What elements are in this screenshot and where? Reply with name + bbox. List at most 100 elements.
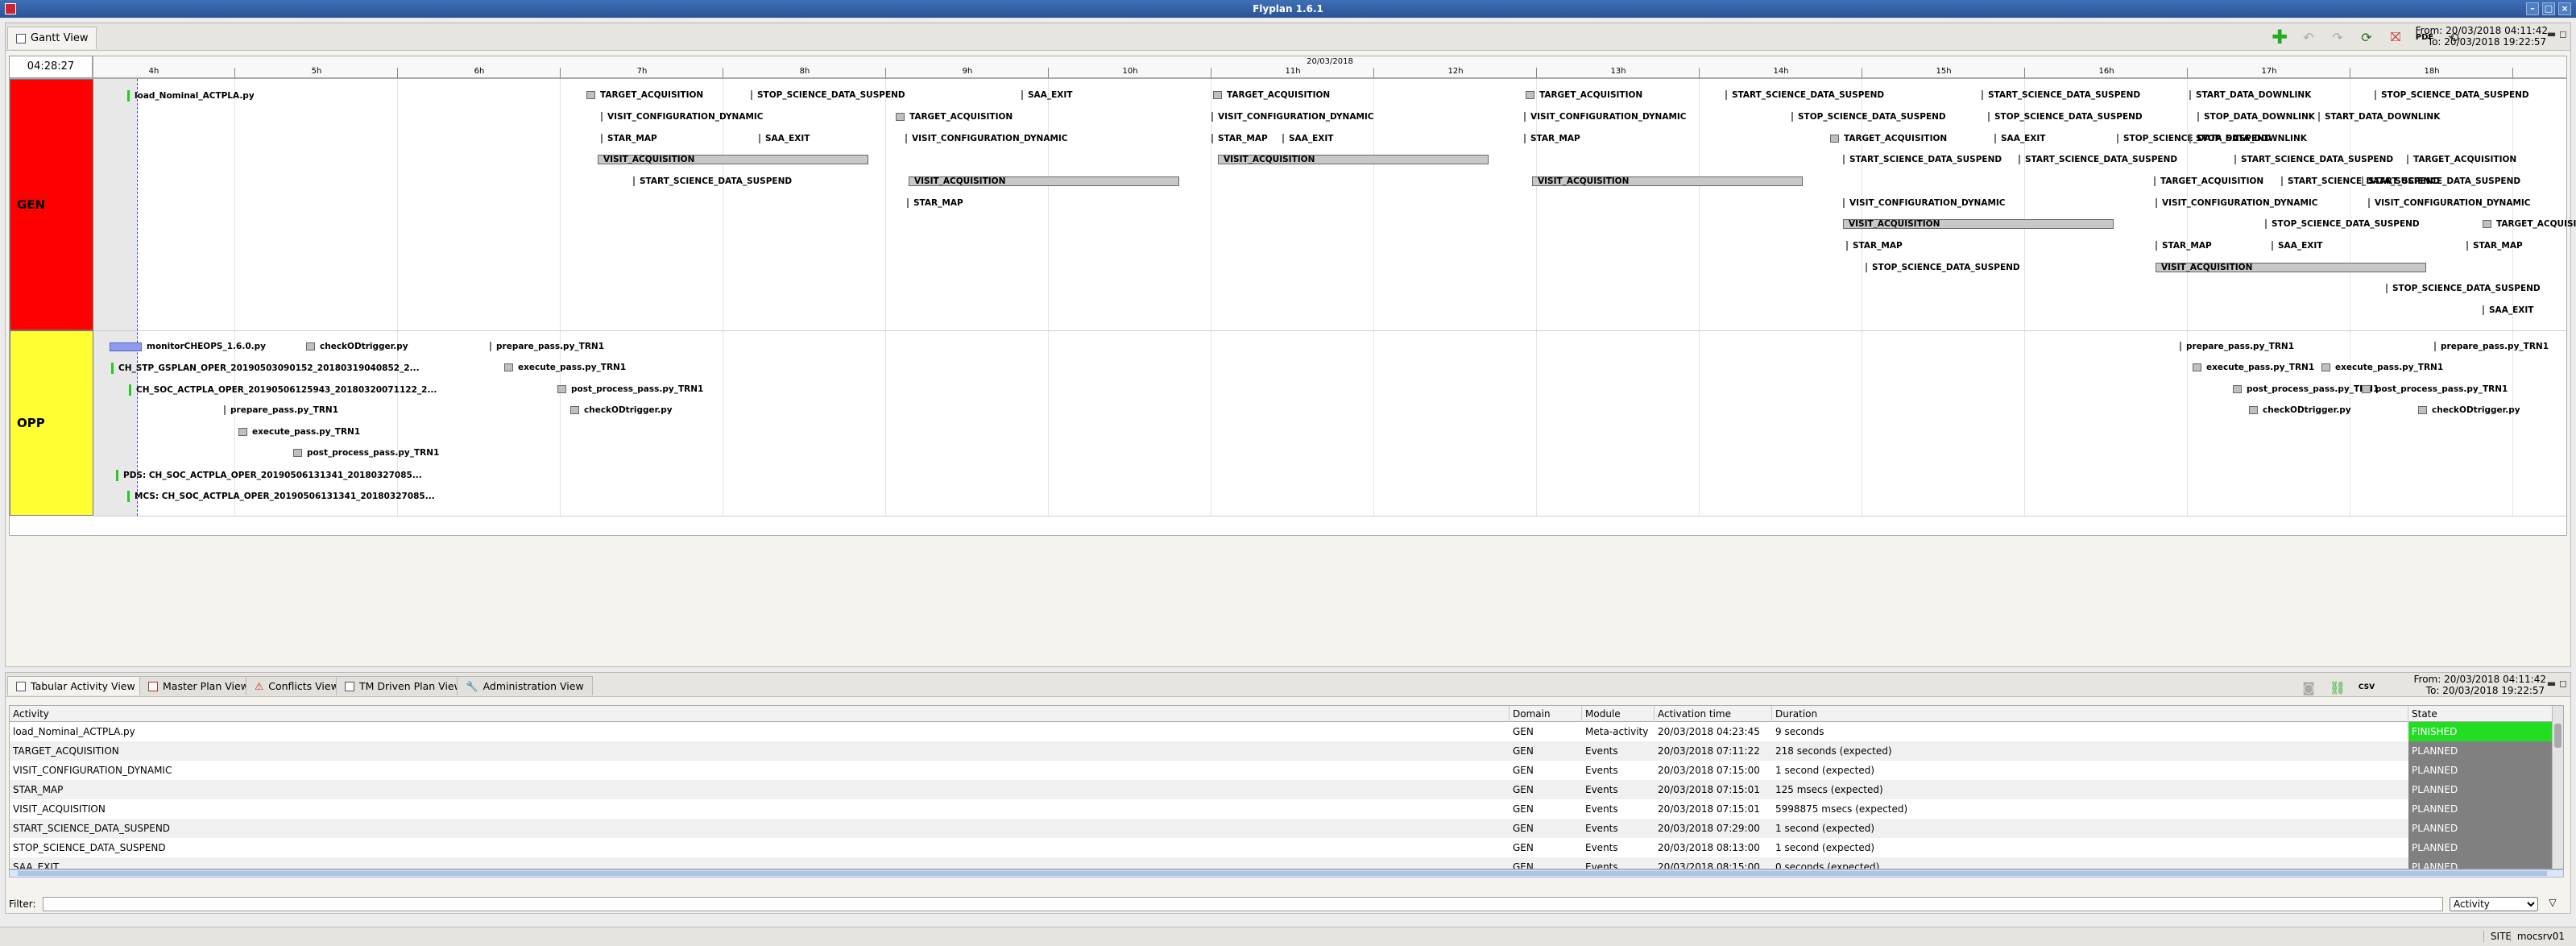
table-row[interactable]: SAA_EXIT GEN Events 20/03/2018 08:15:00 0 se…: [10, 857, 2553, 869]
column-header-module[interactable]: Module: [1582, 706, 1655, 722]
activity-bar[interactable]: VISIT_ACQUISITION: [2156, 263, 2426, 272]
panel-window-buttons[interactable]: ▬ ◻: [2547, 678, 2567, 689]
maximize-button[interactable]: □: [2542, 2, 2555, 15]
activity-item[interactable]: VISIT_CONFIGURATION_DYNAMIC: [905, 134, 1068, 143]
tab-administration-view[interactable]: 🔧 Administration View: [457, 676, 593, 695]
activity-item[interactable]: TARGET_ACQUISITION: [2407, 155, 2516, 164]
activity-item[interactable]: STAR_MAP: [2156, 241, 2212, 251]
activity-item[interactable]: post_process_pass.py_TRN1: [2362, 384, 2508, 394]
activity-item[interactable]: MCS: CH_SOC_ACTPLA_OPER_20190506131341_2…: [127, 491, 435, 502]
activity-item[interactable]: post_process_pass.py_TRN1: [293, 448, 439, 458]
table-row[interactable]: VISIT_ACQUISITION GEN Events 20/03/2018 07:…: [10, 799, 2553, 819]
activity-item[interactable]: prepare_pass.py_TRN1: [490, 342, 604, 351]
activity-item[interactable]: TARGET_ACQUISITION: [1830, 134, 1947, 143]
activity-item[interactable]: VISIT_CONFIGURATION_DYNAMIC: [601, 112, 764, 122]
activity-item[interactable]: CH_SOC_ACTPLA_OPER_20190506125943_201803…: [129, 384, 437, 396]
link-icon[interactable]: ⛓: [2327, 677, 2348, 698]
activity-item[interactable]: STOP_DATA_DOWNLINK: [2189, 134, 2307, 143]
activity-item[interactable]: post_process_pass.py_TRN1: [2233, 384, 2379, 394]
undo-icon[interactable]: ↶: [2298, 27, 2319, 48]
activity-item[interactable]: STOP_SCIENCE_DATA_SUSPEND: [2386, 284, 2541, 293]
activity-item[interactable]: STOP_DATA_DOWNLINK: [2197, 112, 2315, 122]
activity-item[interactable]: START_SCIENCE_DATA_SUSPEND: [2362, 176, 2520, 186]
activity-item[interactable]: checkODtrigger.py: [570, 405, 673, 415]
activity-item[interactable]: START_SCIENCE_DATA_SUSPEND: [1725, 90, 1884, 100]
table-row[interactable]: START_SCIENCE_DATA_SUSPEND GEN Events 20/03…: [10, 819, 2553, 838]
activity-item[interactable]: SAA_EXIT: [1994, 134, 2045, 143]
activity-item[interactable]: STOP_SCIENCE_DATA_SUSPEND: [2375, 90, 2529, 100]
activity-item[interactable]: STAR_MAP: [1524, 134, 1580, 143]
table-row[interactable]: TARGET_ACQUISITION GEN Events 20/03/2018 07…: [10, 741, 2553, 761]
activity-item[interactable]: CH_STP_GSPLAN_OPER_20190503090152_201803…: [111, 363, 420, 374]
activity-item[interactable]: PDS: CH_SOC_ACTPLA_OPER_20190506131341_2…: [116, 470, 422, 481]
activity-item[interactable]: START_SCIENCE_DATA_SUSPEND: [2234, 155, 2393, 164]
activity-item[interactable]: STAR_MAP: [907, 198, 963, 208]
activity-item[interactable]: TARGET_ACQUISITION: [896, 112, 1013, 122]
activity-item[interactable]: prepare_pass.py_TRN1: [224, 405, 338, 415]
activity-item[interactable]: prepare_pass.py_TRN1: [2434, 342, 2549, 351]
table-vertical-scrollbar[interactable]: [2552, 706, 2563, 869]
activity-item[interactable]: TARGET_ACQUISITION: [586, 90, 703, 100]
table-horizontal-scrollbar[interactable]: [9, 869, 2564, 878]
activity-item[interactable]: VISIT_CONFIGURATION_DYNAMIC: [1524, 112, 1687, 122]
timeline-header[interactable]: 20/03/2018 4h 5h 6h 7h 8h 9h 10h 11h 12h 13h 14h 15…: [93, 56, 2567, 78]
activity-item[interactable]: execute_pass.py_TRN1: [2193, 363, 2314, 372]
activity-item[interactable]: STOP_SCIENCE_DATA_SUSPEND: [751, 90, 905, 100]
activity-item[interactable]: STAR_MAP: [2466, 241, 2523, 251]
activity-bar[interactable]: VISIT_ACQUISITION: [598, 155, 868, 164]
activity-item[interactable]: SAA_EXIT: [759, 134, 810, 143]
filter-icon[interactable]: ▽: [2545, 897, 2561, 911]
activity-item[interactable]: VISIT_CONFIGURATION_DYNAMIC: [2156, 198, 2318, 208]
activity-item[interactable]: execute_pass.py_TRN1: [2321, 363, 2443, 372]
activity-item[interactable]: checkODtrigger.py: [2418, 405, 2520, 415]
filter-column-select[interactable]: Activity: [2450, 897, 2538, 911]
activity-item[interactable]: load_Nominal_ACTPLA.py: [127, 90, 255, 102]
activity-item[interactable]: START_SCIENCE_DATA_SUSPEND: [2019, 155, 2177, 164]
scroll-thumb[interactable]: [18, 871, 2547, 876]
table-row[interactable]: STOP_SCIENCE_DATA_SUSPEND GEN Events 20/03/…: [10, 838, 2553, 857]
row-label-opp[interactable]: OPP: [10, 330, 93, 516]
activity-item[interactable]: VISIT_CONFIGURATION_DYNAMIC: [1843, 198, 2006, 208]
activity-item[interactable]: STAR_MAP: [1846, 241, 1903, 251]
activity-item[interactable]: START_SCIENCE_DATA_SUSPEND: [633, 176, 792, 186]
csv-export-icon[interactable]: CSV: [2356, 677, 2377, 698]
tab-conflicts-view[interactable]: ⚠ Conflicts View: [246, 676, 348, 695]
gantt-rows[interactable]: GEN OPP load_Nominal_ACTPLA.py TARGET_ACQ…: [9, 78, 2576, 536]
column-header-duration[interactable]: Duration: [1772, 706, 2408, 722]
scroll-thumb[interactable]: [2554, 724, 2562, 748]
activity-item[interactable]: execute_pass.py_TRN1: [504, 363, 626, 372]
add-icon[interactable]: ✚: [2269, 26, 2290, 48]
activity-item[interactable]: SAA_EXIT: [1282, 134, 1333, 143]
activity-item[interactable]: STAR_MAP: [1211, 134, 1268, 143]
delete-plan-icon[interactable]: ⛝: [2385, 27, 2406, 48]
activity-bar[interactable]: VISIT_ACQUISITION: [1218, 155, 1489, 164]
activity-item[interactable]: SAA_EXIT: [1021, 90, 1072, 100]
activity-item[interactable]: START_SCIENCE_DATA_SUSPEND: [1982, 90, 2140, 100]
activity-item[interactable]: START_SCIENCE_DATA_SUSPEND: [1843, 155, 2002, 164]
gantt-chart[interactable]: 04:28:27 20/03/2018 4h 5h 6h 7h 8h 9h 10h 11h 12…: [9, 56, 2576, 537]
activity-item[interactable]: VISIT_CONFIGURATION_DYNAMIC: [1211, 112, 1374, 122]
activity-table[interactable]: Activity Domain Module Activation time D…: [9, 705, 2564, 869]
tab-tm-driven-plan-view[interactable]: TM Driven Plan View: [336, 676, 471, 695]
activity-item[interactable]: START_DATA_DOWNLINK: [2189, 90, 2311, 100]
reload-icon[interactable]: ⟳: [2356, 27, 2377, 48]
activity-bar[interactable]: VISIT_ACQUISITION: [1532, 176, 1803, 186]
row-label-gen[interactable]: GEN: [10, 79, 93, 330]
activity-item[interactable]: STAR_MAP: [601, 134, 657, 143]
activity-item[interactable]: checkODtrigger.py: [306, 342, 408, 351]
activity-item[interactable]: checkODtrigger.py: [2249, 405, 2351, 415]
activity-bar[interactable]: VISIT_ACQUISITION: [1843, 219, 2114, 229]
activity-item[interactable]: TARGET_ACQUISITION: [2154, 176, 2263, 186]
activity-bar[interactable]: VISIT_ACQUISITION: [909, 176, 1179, 186]
activity-item[interactable]: post_process_pass.py_TRN1: [557, 384, 703, 394]
filter-input[interactable]: [43, 897, 2443, 911]
activity-item[interactable]: STOP_SCIENCE_DATA_SUSPEND: [1866, 263, 2020, 272]
activity-item[interactable]: TARGET_ACQUISITION: [1213, 90, 1330, 100]
activity-item[interactable]: STOP_SCIENCE_DATA_SUSPEND: [2265, 219, 2420, 229]
table-row[interactable]: VISIT_CONFIGURATION_DYNAMIC GEN Events 20/0…: [10, 761, 2553, 780]
tab-gantt-view[interactable]: Gantt View: [7, 27, 97, 49]
panel-window-buttons[interactable]: ▬ ◻: [2547, 28, 2567, 39]
tab-master-plan-view[interactable]: Master Plan View: [139, 676, 258, 695]
activity-item[interactable]: prepare_pass.py_TRN1: [2180, 342, 2294, 351]
tab-tabular-activity-view[interactable]: Tabular Activity View: [7, 676, 144, 695]
